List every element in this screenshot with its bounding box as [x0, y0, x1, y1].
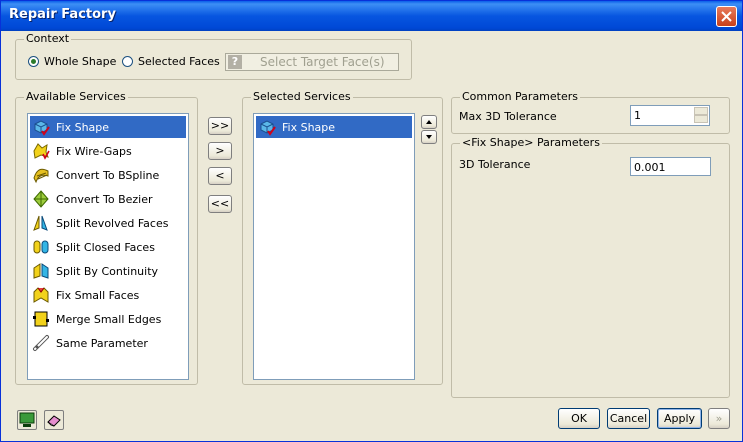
spin-down-button[interactable]: [694, 115, 708, 123]
remove-all-button[interactable]: <<: [208, 195, 232, 213]
list-item-convert-bspline[interactable]: Convert To BSpline: [30, 164, 186, 186]
list-item-split-continuity[interactable]: Split By Continuity: [30, 260, 186, 282]
list-item-label: Fix Small Faces: [56, 288, 140, 302]
convert-bspline-icon: [33, 168, 49, 184]
fix-shape-icon: [34, 120, 50, 136]
fix-shape-parameters-group: <Fix Shape> Parameters: [451, 137, 730, 398]
split-closed-icon: [33, 240, 49, 254]
list-item-label: Convert To Bezier: [56, 192, 153, 206]
apply-button[interactable]: Apply: [657, 408, 702, 429]
cancel-button[interactable]: Cancel: [607, 408, 650, 429]
list-item-label: Split Closed Faces: [56, 240, 155, 254]
list-item-convert-bezier[interactable]: Convert To Bezier: [30, 188, 186, 210]
radio-dot: [122, 56, 133, 67]
list-item-label: Split By Continuity: [56, 264, 159, 278]
radio-dot: [28, 56, 39, 67]
list-item-split-revolved[interactable]: Split Revolved Faces: [30, 212, 186, 234]
spin-arrows[interactable]: [694, 107, 708, 124]
add-button[interactable]: >: [208, 142, 232, 160]
context-legend: Context: [24, 32, 72, 45]
list-item-label: Fix Wire-Gaps: [56, 144, 132, 158]
split-revolved-icon: [33, 215, 48, 231]
same-parameter-icon: [33, 335, 49, 351]
list-item-merge-small-edges[interactable]: Merge Small Edges: [30, 308, 186, 330]
fix-shape-icon: [260, 120, 276, 136]
close-icon: [721, 11, 732, 22]
next-button[interactable]: »: [708, 408, 730, 429]
list-item-label: Merge Small Edges: [56, 312, 162, 326]
triangle-down-icon: [426, 135, 432, 139]
list-item-label: Fix Shape: [282, 120, 336, 134]
ok-button[interactable]: OK: [558, 408, 600, 429]
3d-tolerance-value: 0.001: [634, 161, 666, 174]
selected-services-legend: Selected Services: [251, 90, 353, 103]
list-item-fix-wire-gaps[interactable]: Fix Wire-Gaps: [30, 140, 186, 162]
list-item-fix-shape[interactable]: Fix Shape: [30, 116, 186, 138]
3d-tolerance-label: 3D Tolerance: [459, 158, 531, 171]
selected-item-fix-shape[interactable]: Fix Shape: [256, 116, 412, 138]
merge-edges-icon: [33, 311, 49, 327]
monitor-icon: [19, 412, 35, 427]
common-parameters-legend: Common Parameters: [460, 90, 580, 103]
list-item-same-parameter[interactable]: Same Parameter: [30, 332, 186, 354]
tool-button-left[interactable]: [17, 410, 37, 430]
max-3d-tolerance-value: 1: [634, 109, 641, 122]
whole-shape-label: Whole Shape: [44, 55, 117, 68]
max-3d-tolerance-label: Max 3D Tolerance: [459, 110, 557, 123]
list-item-fix-small-faces[interactable]: Fix Small Faces: [30, 284, 186, 306]
select-target-faces-button[interactable]: ? Select Target Face(s): [225, 53, 399, 71]
available-services-list[interactable]: Fix Shape Fix Wire-Gaps Convert To BSpli…: [27, 113, 189, 380]
split-continuity-icon: [33, 263, 49, 279]
triangle-up-icon: [426, 120, 432, 124]
fix-wire-gaps-icon: [33, 143, 50, 160]
window-title: Repair Factory: [9, 7, 116, 22]
convert-bezier-icon: [33, 190, 49, 208]
spin-up-button[interactable]: [694, 107, 708, 115]
max-3d-tolerance-spinbox[interactable]: 1: [630, 105, 710, 126]
clear-button[interactable]: [44, 410, 64, 430]
eraser-icon: [47, 415, 61, 427]
selected-services-list[interactable]: Fix Shape: [253, 113, 415, 380]
move-down-button[interactable]: [421, 130, 437, 144]
remove-button[interactable]: <: [208, 167, 232, 185]
whole-shape-radio[interactable]: Whole Shape: [28, 55, 116, 68]
list-item-split-closed[interactable]: Split Closed Faces: [30, 236, 186, 258]
fix-shape-parameters-legend: <Fix Shape> Parameters: [460, 136, 602, 149]
add-all-button[interactable]: >>: [208, 117, 232, 135]
available-services-legend: Available Services: [24, 90, 128, 103]
close-button[interactable]: [716, 6, 737, 27]
selected-faces-label: Selected Faces: [138, 55, 220, 68]
list-item-label: Convert To BSpline: [56, 168, 160, 182]
help-icon: ?: [228, 55, 242, 69]
list-item-label: Fix Shape: [56, 120, 110, 134]
repair-factory-dialog: Repair Factory Context Whole Shape Selec…: [0, 0, 743, 442]
3d-tolerance-field[interactable]: 0.001: [630, 157, 711, 176]
title-bar[interactable]: Repair Factory: [1, 1, 742, 31]
list-item-label: Split Revolved Faces: [56, 216, 169, 230]
select-target-faces-label: Select Target Face(s): [260, 55, 385, 69]
move-up-button[interactable]: [421, 115, 437, 129]
list-item-label: Same Parameter: [56, 336, 148, 350]
selected-faces-radio[interactable]: Selected Faces: [122, 55, 220, 68]
fix-small-faces-icon: [33, 287, 49, 303]
